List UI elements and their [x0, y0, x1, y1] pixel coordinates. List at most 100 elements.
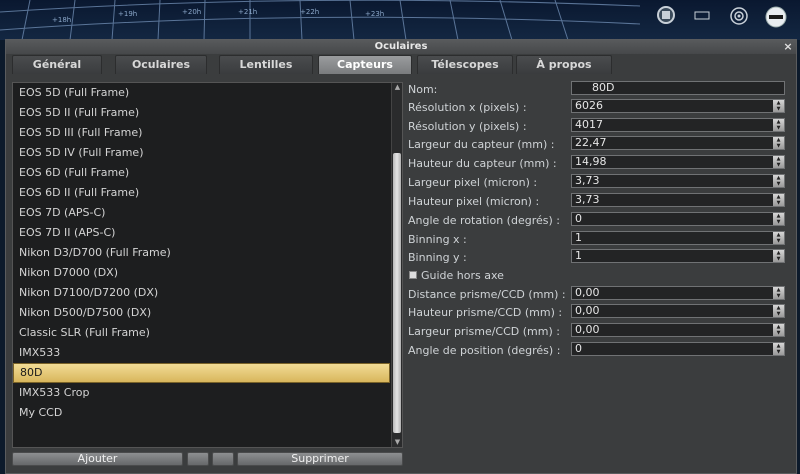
prism-height-value: 0,00 — [575, 304, 600, 317]
list-item[interactable]: Nikon D7000 (DX) — [13, 263, 390, 283]
off-axis-guider-checkbox[interactable] — [409, 271, 417, 279]
tab-bar: Général Oculaires Lentilles Capteurs Tél… — [6, 54, 796, 74]
position-angle-label: Angle de position (degrés) : — [408, 344, 561, 357]
sensor-width-value: 22,47 — [575, 136, 607, 149]
move-up-button[interactable] — [187, 452, 209, 466]
rotation-value: 0 — [575, 212, 582, 225]
binning-y-field[interactable]: 1 ▲ ▼ — [571, 249, 785, 263]
sky-label: +19h — [118, 10, 137, 18]
res-x-field[interactable]: 6026 ▲ ▼ — [571, 99, 785, 113]
res-y-field[interactable]: 4017 ▲ ▼ — [571, 118, 785, 132]
dialog-titlebar[interactable]: Oculaires × — [6, 40, 796, 54]
spinner-icon[interactable]: ▲ ▼ — [773, 175, 784, 187]
sensor-list-panel[interactable]: EOS 5D (Full Frame) EOS 5D II (Full Fram… — [12, 82, 403, 448]
res-y-value: 4017 — [575, 118, 603, 131]
name-label: Nom: — [408, 83, 438, 96]
target-icon[interactable] — [728, 5, 754, 31]
list-item[interactable]: Nikon D3/D700 (Full Frame) — [13, 243, 390, 263]
delete-button[interactable]: Supprimer — [237, 452, 403, 466]
list-item-selected[interactable]: 80D — [13, 363, 390, 383]
res-y-label: Résolution y (pixels) : — [408, 120, 527, 133]
spinner-icon[interactable]: ▲ ▼ — [773, 119, 784, 131]
pixel-height-label: Hauteur pixel (micron) : — [408, 195, 540, 208]
list-item[interactable]: EOS 7D II (APS-C) — [13, 223, 390, 243]
list-item[interactable]: EOS 6D (Full Frame) — [13, 163, 390, 183]
list-item[interactable]: EOS 6D II (Full Frame) — [13, 183, 390, 203]
list-item[interactable]: IMX533 — [13, 343, 390, 363]
sensor-height-value: 14,98 — [575, 155, 607, 168]
list-item[interactable]: Classic SLR (Full Frame) — [13, 323, 390, 343]
spinner-icon[interactable]: ▲ ▼ — [773, 156, 784, 168]
spinner-icon[interactable]: ▲ ▼ — [773, 137, 784, 149]
binning-y-value: 1 — [575, 249, 582, 262]
prism-distance-value: 0,00 — [575, 286, 600, 299]
prism-distance-label: Distance prisme/CCD (mm) : — [408, 288, 566, 301]
list-item[interactable]: Nikon D7100/D7200 (DX) — [13, 283, 390, 303]
telrad-icon[interactable] — [764, 5, 790, 31]
binning-x-value: 1 — [575, 231, 582, 244]
list-item[interactable]: IMX533 Crop — [13, 383, 390, 403]
scroll-down-icon[interactable]: ▼ — [392, 438, 402, 447]
prism-width-value: 0,00 — [575, 323, 600, 336]
list-item[interactable]: EOS 7D (APS-C) — [13, 203, 390, 223]
prism-width-field[interactable]: 0,00 ▲ ▼ — [571, 323, 785, 337]
sky-background: +18h +19h +20h +21h +22h +23h — [0, 0, 800, 40]
pixel-height-field[interactable]: 3,73 ▲ ▼ — [571, 193, 785, 207]
scrollbar-thumb[interactable] — [393, 153, 401, 433]
spinner-icon[interactable]: ▲ ▼ — [773, 324, 784, 336]
sensor-width-label: Largeur du capteur (mm) : — [408, 138, 555, 151]
list-scrollbar[interactable]: ▲ ▼ — [391, 83, 402, 447]
spinner-icon[interactable]: ▲ ▼ — [773, 305, 784, 317]
spinner-icon[interactable]: ▲ ▼ — [773, 287, 784, 299]
close-button[interactable]: × — [782, 40, 794, 54]
tab-telescopes[interactable]: Télescopes — [417, 55, 513, 74]
move-down-button[interactable] — [212, 452, 234, 466]
scroll-up-icon[interactable]: ▲ — [392, 83, 402, 92]
spinner-icon[interactable]: ▲ ▼ — [773, 213, 784, 225]
sensor-height-label: Hauteur du capteur (mm) : — [408, 157, 557, 170]
tab-general[interactable]: Général — [12, 55, 102, 74]
add-button[interactable]: Ajouter — [12, 452, 183, 466]
spinner-icon[interactable]: ▲ ▼ — [773, 100, 784, 112]
tab-eyepieces[interactable]: Oculaires — [115, 55, 207, 74]
res-x-value: 6026 — [575, 99, 603, 112]
rotation-label: Angle de rotation (degrés) : — [408, 214, 560, 227]
pixel-width-field[interactable]: 3,73 ▲ ▼ — [571, 174, 785, 188]
name-field[interactable]: 80D — [571, 81, 785, 95]
spinner-icon[interactable]: ▲ ▼ — [773, 343, 784, 355]
prism-height-field[interactable]: 0,00 ▲ ▼ — [571, 304, 785, 318]
spinner-icon[interactable]: ▲ ▼ — [773, 250, 784, 262]
sensor-list: EOS 5D (Full Frame) EOS 5D II (Full Fram… — [13, 83, 390, 423]
sky-label: +20h — [182, 8, 201, 16]
spinner-icon[interactable]: ▲ ▼ — [773, 194, 784, 206]
rectangle-icon[interactable] — [692, 5, 718, 31]
list-item[interactable]: EOS 5D IV (Full Frame) — [13, 143, 390, 163]
prism-width-label: Largeur prisme/CCD (mm) : — [408, 325, 560, 338]
list-item[interactable]: EOS 5D III (Full Frame) — [13, 123, 390, 143]
sensor-width-field[interactable]: 22,47 ▲ ▼ — [571, 136, 785, 150]
sky-label: +21h — [238, 8, 257, 16]
oculars-dialog: Oculaires × Général Oculaires Lentilles … — [5, 39, 797, 474]
sensor-height-field[interactable]: 14,98 ▲ ▼ — [571, 155, 785, 169]
sky-label: +23h — [365, 10, 384, 18]
pixel-width-label: Largeur pixel (micron) : — [408, 176, 538, 189]
res-x-label: Résolution x (pixels) : — [408, 101, 527, 114]
list-item[interactable]: EOS 5D (Full Frame) — [13, 83, 390, 103]
sky-label: +22h — [300, 8, 319, 16]
list-item[interactable]: My CCD — [13, 403, 390, 423]
tab-sensors[interactable]: Capteurs — [318, 55, 412, 74]
pixel-height-value: 3,73 — [575, 193, 600, 206]
list-item[interactable]: Nikon D500/D7500 (DX) — [13, 303, 390, 323]
binning-x-field[interactable]: 1 ▲ ▼ — [571, 231, 785, 245]
tab-lenses[interactable]: Lentilles — [219, 55, 313, 74]
sensor-view-icon[interactable] — [656, 5, 682, 31]
position-angle-value: 0 — [575, 342, 582, 355]
prism-distance-field[interactable]: 0,00 ▲ ▼ — [571, 286, 785, 300]
prism-height-label: Hauteur prisme/CCD (mm) : — [408, 306, 563, 319]
spinner-icon[interactable]: ▲ ▼ — [773, 232, 784, 244]
tab-about[interactable]: À propos — [516, 55, 612, 74]
list-item[interactable]: EOS 5D II (Full Frame) — [13, 103, 390, 123]
position-angle-field[interactable]: 0 ▲ ▼ — [571, 342, 785, 356]
pixel-width-value: 3,73 — [575, 174, 600, 187]
rotation-field[interactable]: 0 ▲ ▼ — [571, 212, 785, 226]
